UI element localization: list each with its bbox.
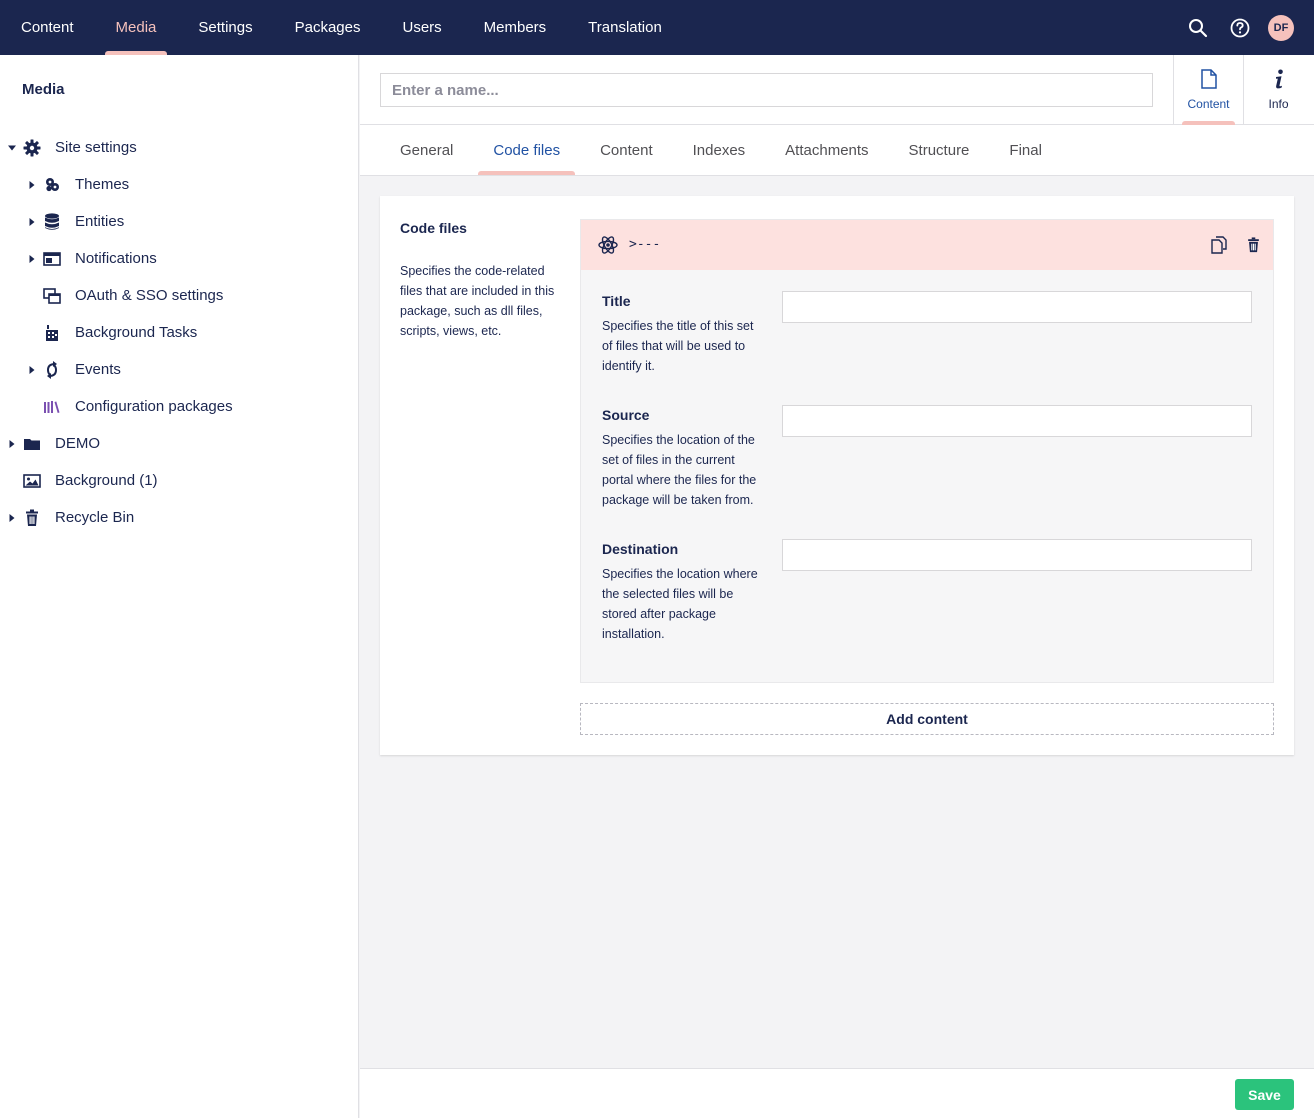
trash-icon[interactable] <box>1243 235 1263 255</box>
folder-icon <box>22 434 42 454</box>
field-label-destination: Destination <box>602 541 679 557</box>
top-tools: DF <box>1184 0 1294 55</box>
tree-label-recycle-bin: Recycle Bin <box>55 509 135 526</box>
app-content-button[interactable]: Content <box>1173 55 1243 125</box>
field-label-title: Title <box>602 293 631 309</box>
destination-input[interactable] <box>782 539 1252 571</box>
factory-icon <box>42 323 62 343</box>
code-files-block: >--- Title Specifies the title of this s… <box>580 219 1274 683</box>
tree-label-background: Background (1) <box>55 472 158 489</box>
app-info-label: Info <box>1268 97 1289 111</box>
top-navigation-bar: Content Media Settings Packages Users Me… <box>0 0 1314 55</box>
tree-label-events: Events <box>75 361 121 378</box>
nav-item-users[interactable]: Users <box>381 0 462 55</box>
picture-icon <box>22 471 42 491</box>
tab-bar: General Code files Content Indexes Attac… <box>360 125 1314 176</box>
help-icon[interactable] <box>1226 14 1254 42</box>
property-description: Specifies the code-related files that ar… <box>400 264 555 338</box>
tree-label-entities: Entities <box>75 213 125 230</box>
windows-icon <box>42 286 62 306</box>
property-label: Code files <box>400 220 467 236</box>
search-icon[interactable] <box>1184 14 1212 42</box>
caret-right-icon[interactable] <box>27 217 37 227</box>
nav-item-settings[interactable]: Settings <box>177 0 273 55</box>
sidebar: Media Site settings Themes Entities Noti… <box>0 55 359 1118</box>
document-icon <box>1200 69 1217 92</box>
tree-item-configuration-packages[interactable]: Configuration packages <box>0 388 358 425</box>
database-icon <box>42 212 62 232</box>
palette-icon <box>42 175 62 195</box>
gear-icon <box>22 138 42 158</box>
property-panel: Code files Specifies the code-related fi… <box>380 196 1294 755</box>
editor-footer: Save <box>360 1068 1314 1118</box>
tree-item-background-tasks[interactable]: Background Tasks <box>0 314 358 351</box>
tree-label-demo: DEMO <box>55 435 100 452</box>
add-content-button[interactable]: Add content <box>580 703 1274 735</box>
info-icon <box>1273 69 1285 92</box>
source-input[interactable] <box>782 405 1252 437</box>
nav-item-packages[interactable]: Packages <box>274 0 382 55</box>
atom-icon <box>597 234 619 256</box>
tree-label-themes: Themes <box>75 176 130 193</box>
tree-item-demo[interactable]: DEMO <box>0 425 358 462</box>
tab-content[interactable]: Content <box>580 125 673 175</box>
sync-icon <box>42 360 62 380</box>
nav-item-translation[interactable]: Translation <box>567 0 683 55</box>
nav-item-members[interactable]: Members <box>463 0 568 55</box>
tree-item-recycle-bin[interactable]: Recycle Bin <box>0 499 358 536</box>
nav-item-media[interactable]: Media <box>95 0 178 55</box>
tree-label-background-tasks: Background Tasks <box>75 324 198 341</box>
user-avatar[interactable]: DF <box>1268 14 1294 41</box>
tree-item-notifications[interactable]: Notifications <box>0 240 358 277</box>
media-tree: Site settings Themes Entities Notificati… <box>0 129 358 536</box>
section-nav: Content Media Settings Packages Users Me… <box>0 0 683 55</box>
caret-right-icon[interactable] <box>27 254 37 264</box>
trash-icon <box>22 508 42 528</box>
tab-code-files[interactable]: Code files <box>473 125 580 175</box>
tab-indexes[interactable]: Indexes <box>673 125 766 175</box>
tree-label-notifications: Notifications <box>75 250 157 267</box>
tree-label-oauth-sso: OAuth & SSO settings <box>75 287 224 304</box>
tab-structure[interactable]: Structure <box>889 125 990 175</box>
sidebar-title: Media <box>22 81 65 98</box>
tree-item-events[interactable]: Events <box>0 351 358 388</box>
name-input[interactable] <box>380 73 1153 107</box>
tab-final[interactable]: Final <box>989 125 1062 175</box>
app-info-button[interactable]: Info <box>1243 55 1313 125</box>
window-icon <box>42 249 62 269</box>
tree-item-themes[interactable]: Themes <box>0 166 358 203</box>
block-header[interactable]: >--- <box>581 220 1273 270</box>
block-name: >--- <box>629 237 661 252</box>
caret-right-icon[interactable] <box>27 180 37 190</box>
tree-item-background[interactable]: Background (1) <box>0 462 358 499</box>
save-button[interactable]: Save <box>1235 1079 1294 1110</box>
field-label-source: Source <box>602 407 650 423</box>
field-description-destination: Specifies the location where the selecte… <box>602 567 758 641</box>
app-content-label: Content <box>1187 97 1230 111</box>
caret-right-icon[interactable] <box>27 365 37 375</box>
tree-label-site-settings: Site settings <box>55 139 137 156</box>
tree-item-oauth-sso[interactable]: OAuth & SSO settings <box>0 277 358 314</box>
field-description-title: Specifies the title of this set of files… <box>602 319 754 373</box>
field-description-source: Specifies the location of the set of fil… <box>602 433 757 507</box>
tab-general[interactable]: General <box>380 125 473 175</box>
copy-icon[interactable] <box>1209 235 1229 255</box>
nav-item-content[interactable]: Content <box>0 0 95 55</box>
tree-label-configuration-packages: Configuration packages <box>75 398 233 415</box>
caret-right-icon[interactable] <box>7 513 17 523</box>
books-icon <box>42 397 62 417</box>
tree-item-site-settings[interactable]: Site settings <box>0 129 358 166</box>
caret-right-icon[interactable] <box>7 439 17 449</box>
tree-item-entities[interactable]: Entities <box>0 203 358 240</box>
tab-attachments[interactable]: Attachments <box>765 125 888 175</box>
editor-header: Content Info <box>360 55 1314 125</box>
caret-down-icon[interactable] <box>7 143 17 153</box>
title-input[interactable] <box>782 291 1252 323</box>
